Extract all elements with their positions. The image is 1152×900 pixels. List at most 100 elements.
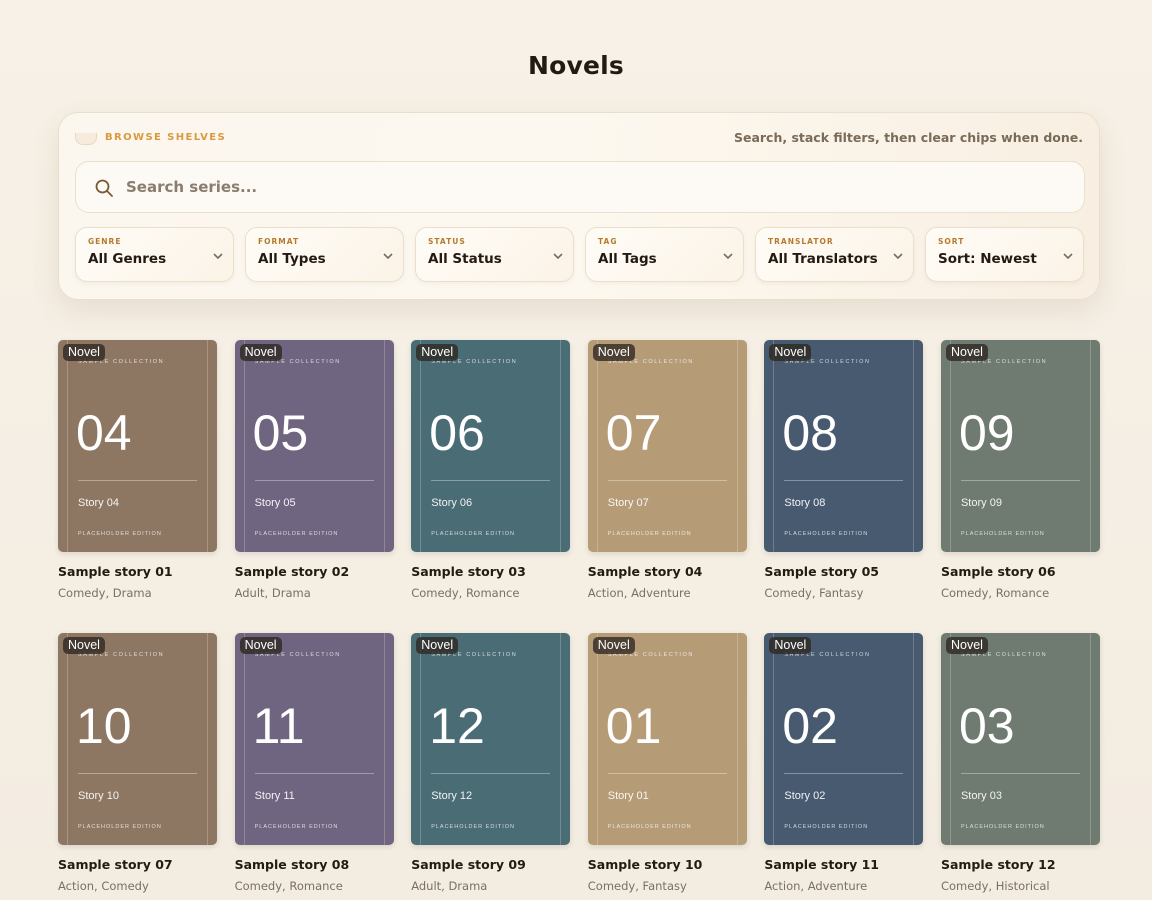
series-genres: Action, Adventure <box>764 879 868 893</box>
search-input[interactable] <box>126 162 1066 212</box>
series-genres: Adult, Drama <box>411 879 488 893</box>
series-card[interactable]: SAMPLE COLLECTION 01 Story 01 PLACEHOLDE… <box>587 633 747 894</box>
select-caption: GENRE <box>88 237 122 246</box>
cover-number: 04 <box>76 405 132 461</box>
cover-divider <box>784 773 904 774</box>
series-title[interactable]: Sample story 09 <box>411 857 526 872</box>
series-title[interactable]: Sample story 07 <box>58 857 173 872</box>
cover-divider <box>431 480 551 481</box>
cover-image[interactable]: SAMPLE COLLECTION 12 Story 12 PLACEHOLDE… <box>411 633 571 845</box>
series-card[interactable]: SAMPLE COLLECTION 07 Story 07 PLACEHOLDE… <box>587 340 747 601</box>
cover-number: 01 <box>605 698 662 754</box>
tag-select[interactable]: TAG All Tags <box>585 227 744 282</box>
status-select[interactable]: STATUS All Status <box>415 227 574 282</box>
select-value: All Genres <box>88 251 167 267</box>
format-badge: Novel <box>416 637 459 654</box>
series-card[interactable]: SAMPLE COLLECTION 11 Story 11 PLACEHOLDE… <box>234 633 394 894</box>
cover-image[interactable]: SAMPLE COLLECTION 11 Story 11 PLACEHOLDE… <box>234 633 394 845</box>
cover-image[interactable]: SAMPLE COLLECTION 10 Story 10 PLACEHOLDE… <box>58 633 217 845</box>
select-caption: SORT <box>938 237 965 246</box>
format-badge: Novel <box>769 344 812 361</box>
chevron-down-icon <box>1063 253 1073 260</box>
chevron-down-icon <box>383 253 393 260</box>
series-card[interactable]: SAMPLE COLLECTION 10 Story 10 PLACEHOLDE… <box>58 633 217 894</box>
series-title[interactable]: Sample story 01 <box>58 564 173 579</box>
filter-panel: BROWSE SHELVES Search, stack filters, th… <box>58 112 1100 300</box>
series-card[interactable]: SAMPLE COLLECTION 08 Story 08 PLACEHOLDE… <box>764 340 924 601</box>
cover-edition-label: PLACEHOLDER EDITION <box>784 531 869 537</box>
series-card[interactable]: SAMPLE COLLECTION 05 Story 05 PLACEHOLDE… <box>234 340 394 601</box>
cover-image[interactable]: SAMPLE COLLECTION 02 Story 02 PLACEHOLDE… <box>764 633 924 845</box>
series-title[interactable]: Sample story 08 <box>235 857 350 872</box>
series-title[interactable]: Sample story 06 <box>941 564 1056 579</box>
translator-select[interactable]: TRANSLATOR All Translators <box>755 227 914 282</box>
series-genres: Adult, Drama <box>234 586 311 600</box>
cover-story-label: Story 01 <box>607 790 649 802</box>
cover-story-label: Story 02 <box>784 790 826 802</box>
chevron-down-icon <box>893 253 903 260</box>
chevron-down-icon <box>553 253 563 260</box>
cover-divider <box>254 773 374 774</box>
series-title[interactable]: Sample story 03 <box>411 564 526 579</box>
panel-hint: Search, stack filters, then clear chips … <box>733 130 1083 145</box>
cover-edition-label: PLACEHOLDER EDITION <box>254 824 339 830</box>
format-badge: Novel <box>769 637 812 654</box>
cover-story-label: Story 03 <box>960 790 1002 802</box>
cover-story-label: Story 05 <box>254 497 296 509</box>
cover-image[interactable]: SAMPLE COLLECTION 08 Story 08 PLACEHOLDE… <box>764 340 924 552</box>
select-value: All Types <box>258 251 326 267</box>
panel-label: BROWSE SHELVES <box>105 132 227 143</box>
filter-selects: GENRE All Genres FORMAT All Types STATUS… <box>75 227 1084 282</box>
select-caption: TRANSLATOR <box>768 237 834 246</box>
series-title[interactable]: Sample story 02 <box>235 564 350 579</box>
select-value: All Translators <box>768 251 878 267</box>
series-genres: Comedy, Historical <box>940 879 1050 893</box>
series-title[interactable]: Sample story 10 <box>588 857 703 872</box>
series-card[interactable]: SAMPLE COLLECTION 03 Story 03 PLACEHOLDE… <box>940 633 1100 894</box>
series-title[interactable]: Sample story 12 <box>941 857 1056 872</box>
format-badge: Novel <box>239 344 282 361</box>
series-card[interactable]: SAMPLE COLLECTION 06 Story 06 PLACEHOLDE… <box>411 340 571 601</box>
series-genres: Action, Adventure <box>587 586 691 600</box>
cover-story-label: Story 09 <box>960 497 1002 509</box>
cover-number: 02 <box>782 698 838 754</box>
cover-edition-label: PLACEHOLDER EDITION <box>431 824 515 830</box>
series-title[interactable]: Sample story 05 <box>764 564 879 579</box>
format-select[interactable]: FORMAT All Types <box>245 227 404 282</box>
cover-divider <box>960 773 1080 774</box>
select-caption: TAG <box>598 237 618 246</box>
sort-select[interactable]: SORT Sort: Newest <box>925 227 1084 282</box>
chevron-down-icon <box>723 253 733 260</box>
series-card[interactable]: SAMPLE COLLECTION 12 Story 12 PLACEHOLDE… <box>411 633 571 894</box>
cover-story-label: Story 11 <box>254 790 295 802</box>
cover-image[interactable]: SAMPLE COLLECTION 09 Story 09 PLACEHOLDE… <box>940 340 1100 552</box>
cover-edition-label: PLACEHOLDER EDITION <box>78 824 162 830</box>
search-box[interactable] <box>75 161 1085 213</box>
cover-image[interactable]: SAMPLE COLLECTION 07 Story 07 PLACEHOLDE… <box>587 340 747 552</box>
cover-number: 08 <box>782 405 838 461</box>
cover-image[interactable]: SAMPLE COLLECTION 06 Story 06 PLACEHOLDE… <box>411 340 571 552</box>
cover-edition-label: PLACEHOLDER EDITION <box>254 531 339 537</box>
series-card[interactable]: SAMPLE COLLECTION 09 Story 09 PLACEHOLDE… <box>940 340 1100 601</box>
page-title: Novels <box>528 51 624 80</box>
cover-divider <box>960 480 1080 481</box>
cover-story-label: Story 08 <box>784 497 826 509</box>
cover-divider <box>78 480 197 481</box>
series-title[interactable]: Sample story 04 <box>588 564 703 579</box>
chevron-down-icon <box>213 253 223 260</box>
cover-divider <box>607 480 727 481</box>
cover-image[interactable]: SAMPLE COLLECTION 04 Story 04 PLACEHOLDE… <box>58 340 217 552</box>
select-value: Sort: Newest <box>938 251 1037 267</box>
series-card[interactable]: SAMPLE COLLECTION 04 Story 04 PLACEHOLDE… <box>58 340 217 601</box>
series-genres: Comedy, Fantasy <box>587 879 687 893</box>
cover-image[interactable]: SAMPLE COLLECTION 01 Story 01 PLACEHOLDE… <box>587 633 747 845</box>
genre-select[interactable]: GENRE All Genres <box>75 227 234 282</box>
cover-image[interactable]: SAMPLE COLLECTION 03 Story 03 PLACEHOLDE… <box>940 633 1100 845</box>
cover-divider <box>784 480 904 481</box>
cover-image[interactable]: SAMPLE COLLECTION 05 Story 05 PLACEHOLDE… <box>234 340 394 552</box>
series-card[interactable]: SAMPLE COLLECTION 02 Story 02 PLACEHOLDE… <box>764 633 924 894</box>
cover-divider <box>431 773 551 774</box>
format-badge: Novel <box>592 637 635 654</box>
cover-number: 10 <box>76 698 132 754</box>
series-title[interactable]: Sample story 11 <box>764 857 879 872</box>
